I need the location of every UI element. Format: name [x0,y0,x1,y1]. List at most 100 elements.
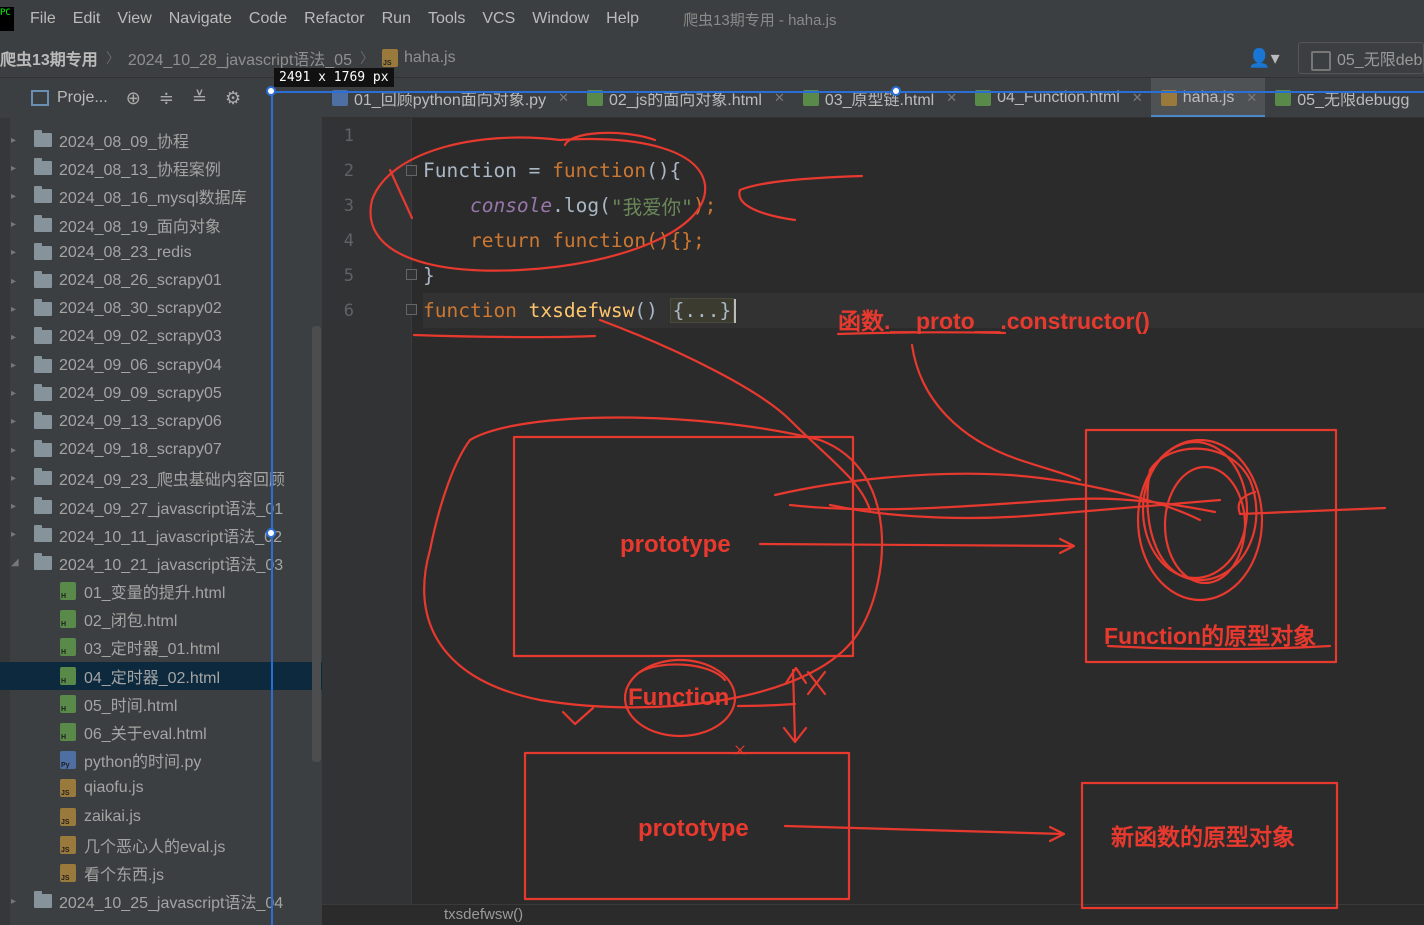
folder-icon [34,158,52,176]
text-cursor [734,298,737,323]
code-line-2: Function = function(){ [423,153,1424,188]
tree-folder[interactable]: ▸ 2024_10_25_javascript语法_04 [0,887,322,915]
tree-folder[interactable]: ▸ 2024_09_18_scrapy07 [0,436,322,464]
tree-folder[interactable]: ▸ 2024_09_09_scrapy05 [0,380,322,408]
chevron-right-icon[interactable]: ▸ [11,896,16,907]
editor-breadcrumb[interactable]: txsdefwsw() [322,904,1424,925]
tree-scrollbar[interactable] [312,326,321,762]
tree-item-label: 2024_08_19_面向对象 [59,218,221,236]
token: Function [423,159,517,182]
chevron-right-icon[interactable]: ▸ [11,529,16,540]
breadcrumb-folder[interactable]: 2024_10_28_javascript语法_05 [128,46,352,70]
tree-folder[interactable]: ▸ 2024_08_26_scrapy01 [0,267,322,295]
menu-navigate[interactable]: Navigate [169,10,232,28]
tree-file[interactable]: 02_闭包.html [0,605,322,633]
tree-item-label: 04_定时器_02.html [84,669,221,687]
chevron-right-icon[interactable]: ▸ [11,247,16,258]
chevron-right-icon[interactable]: ▸ [11,360,16,371]
editor-tab[interactable]: 05_无限debugg [1265,78,1417,117]
tree-file[interactable]: 05_时间.html [0,690,322,718]
chevron-right-icon[interactable]: ▸ [11,219,16,230]
tree-folder[interactable]: ▸ 2024_09_02_scrapy03 [0,323,322,351]
tab-label: 02_js的面向对象.html [609,91,762,109]
menu-file[interactable]: File [30,10,56,28]
chevron-down-icon[interactable]: ◢ [11,557,19,568]
tree-file[interactable]: 看个东西.js [0,859,322,887]
tree-folder[interactable]: ▸ 2024_09_06_scrapy04 [0,352,322,380]
tree-file[interactable]: 01_变量的提升.html [0,577,322,605]
chevron-right-icon[interactable]: ▸ [11,416,16,427]
fold-toggle-icon[interactable] [406,304,417,315]
fold-toggle-icon[interactable] [406,269,417,280]
tree-folder[interactable]: ◢ 2024_10_21_javascript语法_03 [0,549,322,577]
tree-file[interactable]: 03_定时器_01.html [0,633,322,661]
chevron-right-icon[interactable]: ▸ [11,276,16,287]
editor-tab[interactable]: 04_Function.html ✕ [965,78,1151,117]
tree-folder[interactable]: ▸ 2024_09_23_爬虫基础内容回顾 [0,464,322,492]
tree-folder[interactable]: ▸ 2024_08_19_面向对象 [0,211,322,239]
expand-all-icon[interactable]: ≑ [159,88,174,109]
line-number: 3 [343,195,354,216]
close-icon[interactable]: ✕ [774,90,785,106]
menu-vcs[interactable]: VCS [482,10,515,28]
tree-folder[interactable]: ▸ 2024_08_23_redis [0,239,322,267]
breadcrumb-file[interactable]: haha.js [381,48,456,67]
menu-help[interactable]: Help [606,10,639,28]
tree-folder[interactable]: ▸ 2024_09_13_scrapy06 [0,408,322,436]
close-icon[interactable]: ✕ [1132,90,1143,106]
close-icon[interactable]: ✕ [1246,90,1257,106]
breadcrumb-project[interactable]: 爬虫13期专用 [0,46,98,70]
capture-resize-handle[interactable] [266,86,276,96]
chevron-right-icon[interactable]: ▸ [11,163,16,174]
close-icon[interactable]: ✕ [558,90,569,106]
chevron-right-icon[interactable]: ▸ [11,445,16,456]
project-view-selector[interactable]: Proje... [57,89,108,107]
menu-refactor[interactable]: Refactor [304,10,364,28]
collapse-all-icon[interactable]: ≚ [192,88,207,109]
code-content[interactable]: Function = function(){ console. log("我爱你"… [423,118,1424,328]
capture-resize-handle[interactable] [891,86,901,96]
crosshair-icon[interactable]: ⊕ [126,88,141,109]
close-icon[interactable]: ✕ [946,90,957,106]
folder-icon [34,355,52,373]
js-file-icon [60,835,76,854]
gear-icon[interactable]: ⚙ [225,88,241,109]
tree-folder[interactable]: ▸ 2024_09_27_javascript语法_01 [0,492,322,520]
tree-file[interactable]: qiaofu.js [0,774,322,802]
chevron-right-icon[interactable]: ▸ [11,304,16,315]
tree-folder[interactable]: ▸ 2024_08_13_协程案例 [0,154,322,182]
folded-region[interactable]: {...} [669,298,735,323]
tree-item-label: 2024_08_23_redis [59,243,192,261]
tree-item-label: 03_定时器_01.html [84,641,221,659]
chevron-right-icon[interactable]: ▸ [11,332,16,343]
tree-file[interactable]: 06_关于eval.html [0,718,322,746]
project-view-icon [31,90,49,106]
tree-folder[interactable]: ▸ 2024_08_16_mysql数据库 [0,182,322,210]
tree-folder[interactable]: ▸ 2024_08_09_协程 [0,126,322,154]
tree-file[interactable]: 04_定时器_02.html [0,661,322,690]
fold-toggle-icon[interactable] [406,165,417,176]
menu-view[interactable]: View [117,10,151,28]
menu-window[interactable]: Window [532,10,589,28]
html-file-icon [60,638,76,657]
editor-tab[interactable]: haha.js ✕ [1150,78,1266,117]
chevron-right-icon[interactable]: ▸ [11,501,16,512]
menu-edit[interactable]: Edit [73,10,101,28]
token: function [552,159,647,182]
menu-tools[interactable]: Tools [428,10,465,28]
tree-folder[interactable]: ▸ 2024_08_30_scrapy02 [0,295,322,323]
user-account-icon[interactable]: 👤▾ [1244,43,1284,73]
run-config-selector[interactable]: 05_无限debug [1298,42,1424,74]
tree-file[interactable]: zaikai.js [0,803,322,831]
tree-file[interactable]: 几个恶心人的eval.js [0,831,322,859]
menu-code[interactable]: Code [249,10,287,28]
chevron-right-icon[interactable]: ▸ [11,388,16,399]
chevron-right-icon[interactable]: ▸ [11,473,16,484]
menu-run[interactable]: Run [382,10,411,28]
editor-tab[interactable]: 03_原型链.html ✕ [793,78,965,117]
capture-resize-handle[interactable] [266,528,276,538]
chevron-right-icon[interactable]: ▸ [11,191,16,202]
chevron-right-icon[interactable]: ▸ [11,135,16,146]
tree-file[interactable]: python的时间.py [0,746,322,774]
editor-tab[interactable]: 02_js的面向对象.html ✕ [577,78,793,117]
